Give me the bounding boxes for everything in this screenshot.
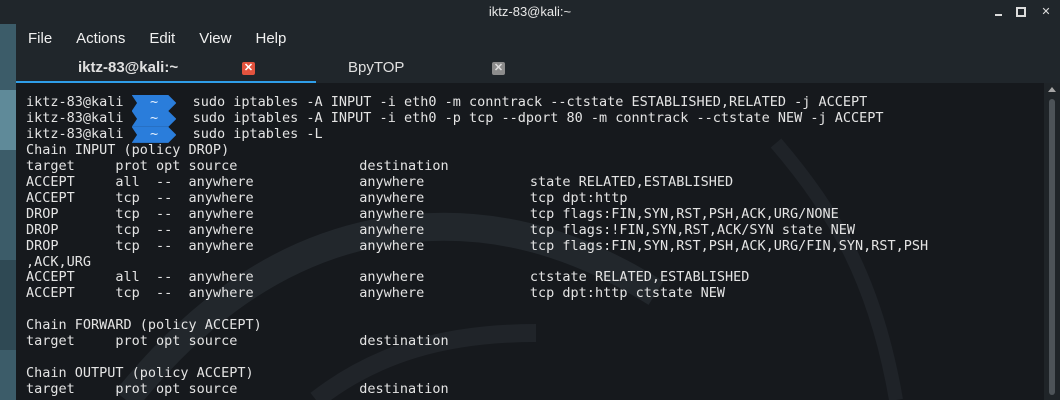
tab-bpytop[interactable]: BpyTOP ✕ [316, 54, 616, 83]
output-line: DROP tcp -- anywhere anywhere tcp flags:… [26, 237, 929, 254]
output-line: ,ACK,URG [26, 253, 92, 270]
prompt-line: iktz-83@kali ~ sudo iptables -A INPUT -i… [26, 109, 884, 127]
window-titlebar[interactable]: iktz-83@kali:~ ✕ [0, 0, 1060, 24]
output-line: target prot opt source destination [26, 157, 449, 174]
prompt-dir: ~ [149, 94, 159, 110]
terminal-text: iktz-83@kali ~ sudo iptables -A INPUT -i… [26, 94, 929, 398]
prompt-user: iktz-83@kali [26, 109, 124, 126]
prompt-dir: ~ [149, 109, 159, 126]
output-line: target prot opt source destination [26, 333, 449, 350]
prompt-user: iktz-83@kali [26, 125, 124, 142]
prompt-directory-badge: ~ [131, 109, 177, 127]
menu-actions[interactable]: Actions [64, 24, 137, 54]
tab-bar: iktz-83@kali:~ ✕ BpyTOP ✕ [16, 54, 1060, 83]
maximize-icon[interactable] [1016, 7, 1026, 17]
menu-bar: File Actions Edit View Help [16, 24, 1060, 54]
output-line: Chain OUTPUT (policy ACCEPT) [26, 365, 254, 382]
menu-view[interactable]: View [187, 24, 243, 54]
tab-label: BpyTOP [348, 59, 405, 76]
menu-file[interactable]: File [16, 24, 64, 54]
minimize-icon[interactable] [995, 8, 1002, 16]
command-text: sudo iptables -L [192, 125, 323, 142]
scroll-thumb[interactable] [1049, 99, 1055, 395]
output-line: Chain FORWARD (policy ACCEPT) [26, 317, 262, 334]
scroll-up-arrow-icon[interactable] [1048, 87, 1056, 92]
tab-close-icon[interactable]: ✕ [492, 62, 505, 75]
window-controls: ✕ [995, 0, 1052, 24]
terminal-output-area[interactable]: iktz-83@kali ~ sudo iptables -A INPUT -i… [16, 83, 1044, 400]
command-text: sudo iptables -A INPUT -i eth0 -m conntr… [192, 94, 868, 110]
close-icon[interactable]: ✕ [1040, 6, 1052, 18]
output-line: ACCEPT tcp -- anywhere anywhere tcp dpt:… [26, 285, 725, 302]
vertical-scrollbar[interactable] [1044, 83, 1060, 400]
tab-close-icon[interactable]: ✕ [242, 62, 255, 75]
output-line: DROP tcp -- anywhere anywhere tcp flags:… [26, 205, 839, 222]
output-line: ACCEPT all -- anywhere anywhere ctstate … [26, 269, 750, 286]
prompt-line: iktz-83@kali ~ sudo iptables -A INPUT -i… [26, 94, 868, 111]
output-line: target prot opt source destination [26, 381, 449, 398]
menu-help[interactable]: Help [243, 24, 298, 54]
menu-edit[interactable]: Edit [137, 24, 187, 54]
tab-label: iktz-83@kali:~ [78, 59, 179, 76]
output-line: ACCEPT all -- anywhere anywhere state RE… [26, 173, 734, 190]
prompt-directory-badge: ~ [131, 125, 177, 143]
output-line: Chain INPUT (policy DROP) [26, 141, 230, 158]
window-title: iktz-83@kali:~ [488, 4, 572, 19]
prompt-user: iktz-83@kali [26, 94, 124, 110]
output-line: ACCEPT tcp -- anywhere anywhere tcp dpt:… [26, 189, 628, 206]
prompt-line: iktz-83@kali ~ sudo iptables -L [26, 125, 323, 143]
prompt-dir: ~ [149, 125, 159, 142]
tab-terminal[interactable]: iktz-83@kali:~ ✕ [16, 54, 316, 83]
prompt-directory-badge: ~ [131, 94, 177, 111]
terminal-window: iktz-83@kali:~ ✕ File Actions Edit View … [0, 0, 1060, 400]
output-line: DROP tcp -- anywhere anywhere tcp flags:… [26, 221, 856, 238]
command-text: sudo iptables -A INPUT -i eth0 -p tcp --… [192, 109, 884, 126]
